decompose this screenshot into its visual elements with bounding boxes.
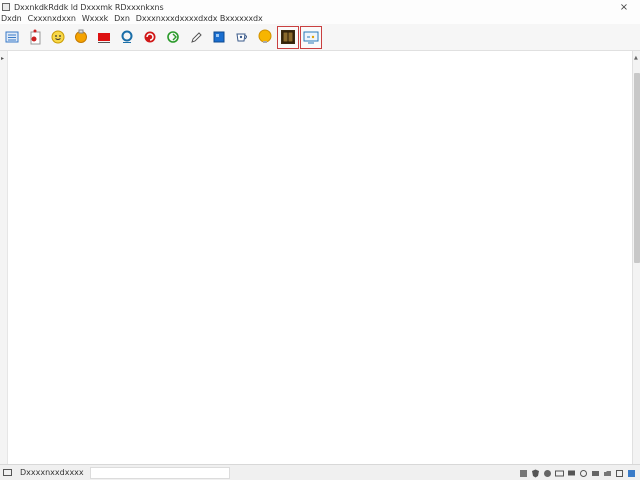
system-tray <box>516 467 636 479</box>
book-icon <box>281 30 295 44</box>
pencil-button[interactable] <box>185 26 207 49</box>
folder-icon[interactable] <box>602 468 612 478</box>
monitor-note-button[interactable] <box>300 25 322 49</box>
mail-icon[interactable] <box>554 468 564 478</box>
blue-square-icon <box>213 31 225 43</box>
vertical-scrollbar[interactable]: ▲ <box>632 51 640 464</box>
workspace-canvas[interactable]: ▸ ▲ <box>0 51 640 464</box>
scroll-up-icon[interactable]: ▲ <box>634 55 638 61</box>
window-list-icon <box>5 31 19 43</box>
menu-item-work[interactable]: Wxxxk <box>79 14 111 23</box>
pencil-icon <box>191 32 202 43</box>
smiley-button[interactable] <box>47 26 69 49</box>
monitor-icon[interactable] <box>566 468 576 478</box>
toolbar <box>0 24 640 51</box>
scrollbar-thumb[interactable] <box>634 73 640 263</box>
clock-icon[interactable] <box>590 468 600 478</box>
speaker-icon[interactable] <box>614 468 624 478</box>
red-rectangle-button[interactable] <box>93 26 115 49</box>
window-title: DxxnkdkRddk ld Dxxxmk RDxxxnkxns <box>14 2 164 12</box>
status-label: Dxxxxnxxdxxxx <box>20 468 84 477</box>
menu-item-configuration[interactable]: Cxxxnxdxxn <box>25 14 79 23</box>
left-marker-icon: ▸ <box>1 55 5 62</box>
keyboard-icon[interactable] <box>578 468 588 478</box>
green-refresh-button[interactable] <box>162 26 184 49</box>
left-gutter: ▸ <box>0 51 8 464</box>
red-circle-arrow-icon <box>144 31 156 43</box>
cup-icon <box>236 33 247 42</box>
monitor-note-icon <box>303 31 319 44</box>
cup-button[interactable] <box>231 26 253 49</box>
info-icon[interactable] <box>626 468 636 478</box>
menu-bar: Dxdn Cxxxnxdxxn Wxxxk Dxn Dxxxnxxxdxxxxd… <box>0 12 640 24</box>
yellow-bulb-button[interactable] <box>254 26 276 49</box>
document-pin-button[interactable] <box>24 26 46 49</box>
shield-icon[interactable] <box>530 468 540 478</box>
status-connection-field: Dxxxxnxxdxxxx <box>2 467 84 479</box>
status-input-field[interactable] <box>89 466 230 479</box>
blue-ring-button[interactable] <box>116 26 138 49</box>
status-bar: Dxxxxnxxdxxxx <box>0 464 640 480</box>
red-rectangle-icon <box>98 33 110 43</box>
menu-item-help[interactable]: Dxxxnxxxdxxxxdxdx Bxxxxxxdx <box>133 14 266 23</box>
network-icon[interactable] <box>518 468 528 478</box>
menu-item-file[interactable]: Dxdn <box>0 14 25 23</box>
red-circle-arrow-button[interactable] <box>139 26 161 49</box>
blue-ring-icon <box>121 30 133 43</box>
bell-icon[interactable] <box>542 468 552 478</box>
connection-icon <box>2 468 12 478</box>
book-button[interactable] <box>277 25 299 49</box>
green-refresh-icon <box>167 31 179 43</box>
orange-circle-icon <box>75 29 87 43</box>
menu-item-window[interactable]: Dxn <box>111 14 133 23</box>
app-icon <box>2 3 10 11</box>
yellow-bulb-icon <box>258 29 272 43</box>
blue-square-button[interactable] <box>208 26 230 49</box>
document-pin-icon <box>30 29 41 45</box>
window-list-button[interactable] <box>1 26 23 49</box>
smiley-icon <box>51 30 65 44</box>
orange-circle-button[interactable] <box>70 26 92 49</box>
